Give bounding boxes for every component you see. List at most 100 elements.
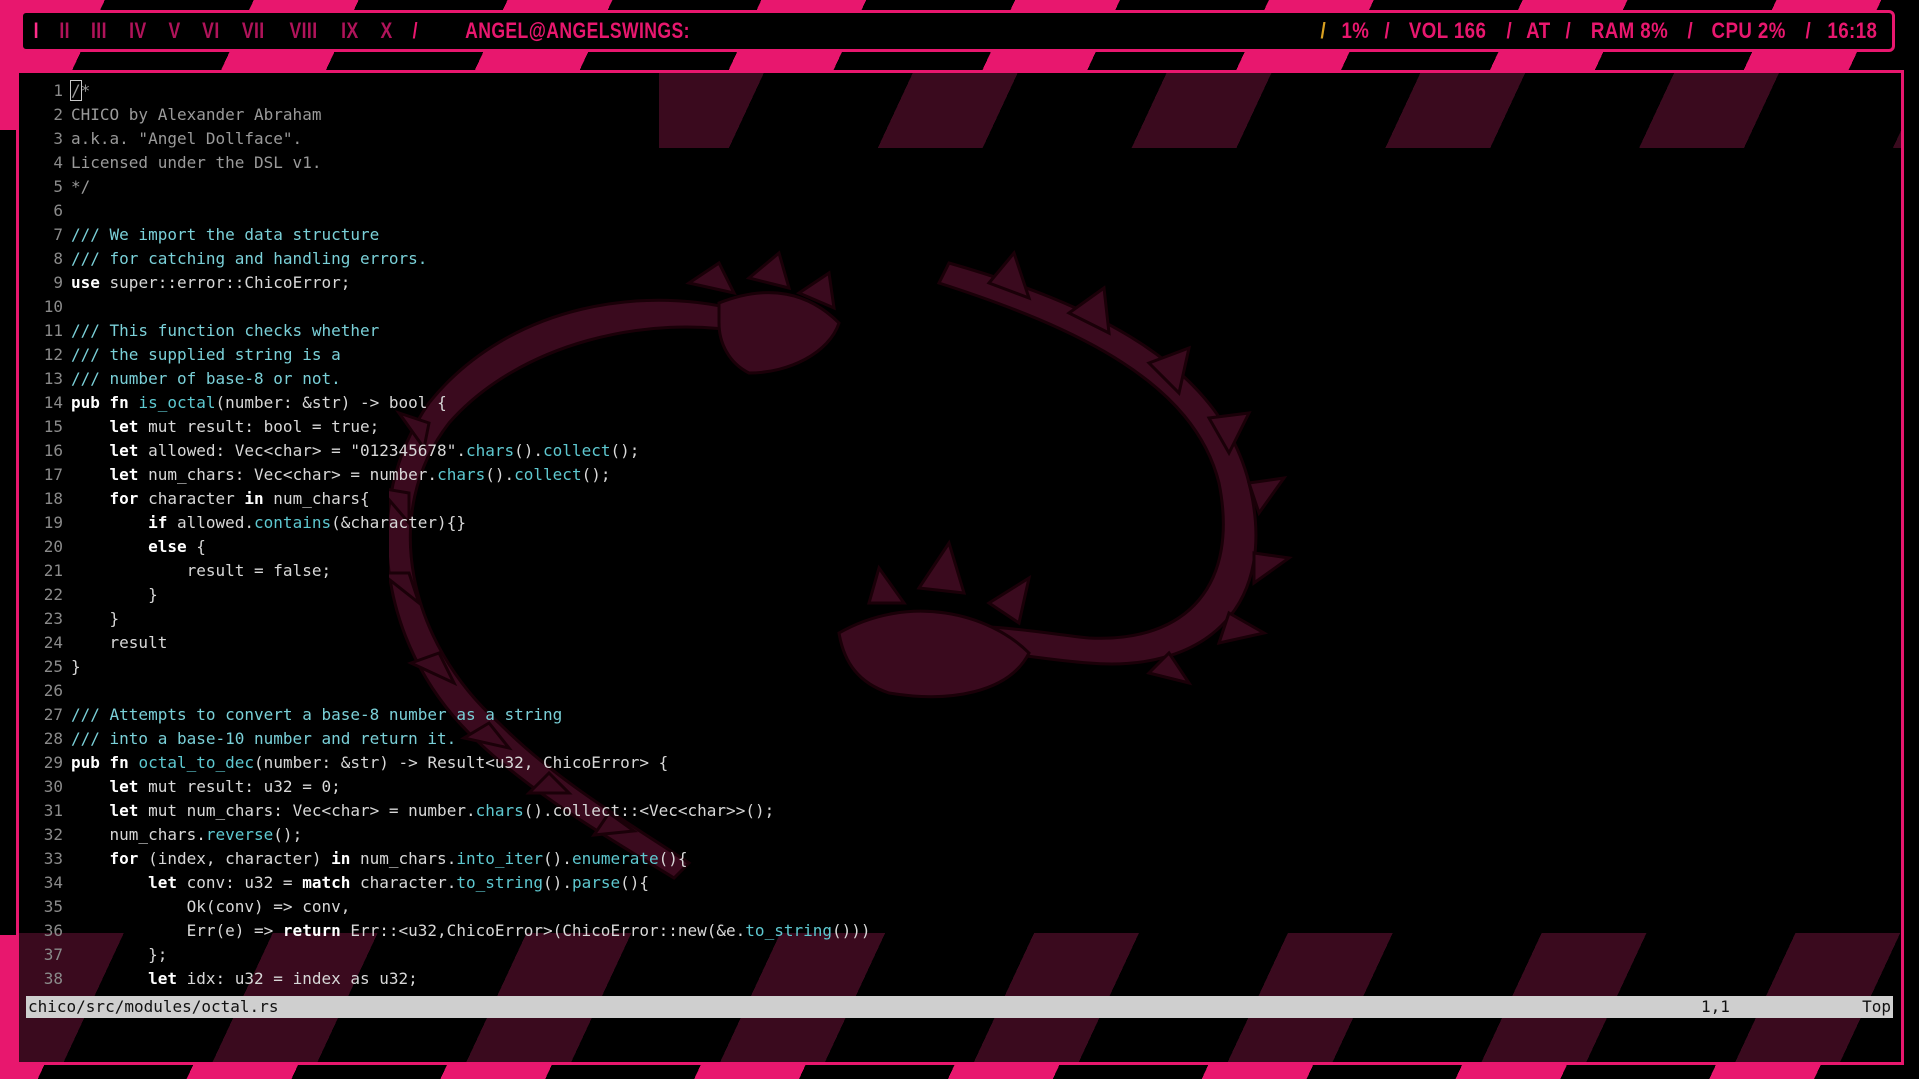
code-line[interactable]: 7 /// We import the data structure <box>19 223 1901 247</box>
line-text: use super::error::ChicoError; <box>71 273 351 292</box>
workspace-8[interactable]: VIII <box>289 18 317 44</box>
line-text: for (index, character) in num_chars.into… <box>109 849 688 868</box>
status-item: RAM 8% <box>1590 18 1668 43</box>
code-line[interactable]: 13 /// number of base-8 or not. <box>19 367 1901 391</box>
line-number: 29 <box>43 753 63 772</box>
workspace-10[interactable]: X <box>380 18 392 44</box>
code-line[interactable]: 24 result <box>19 631 1901 655</box>
cursor-position: 1,1 <box>1701 997 1730 1016</box>
line-text: /* <box>70 80 91 101</box>
code-line[interactable]: 19 if allowed.contains(&character){} <box>19 511 1901 535</box>
line-number: 22 <box>43 585 63 604</box>
line-number: 33 <box>43 849 63 868</box>
line-number: 36 <box>43 921 63 940</box>
code-line[interactable]: 29 pub fn octal_to_dec(number: &str) -> R… <box>19 751 1901 775</box>
line-number: 38 <box>43 969 63 988</box>
workspace-2[interactable]: II <box>59 18 70 44</box>
code-line[interactable]: 25} <box>19 655 1901 679</box>
separator: / <box>1805 18 1811 43</box>
code-line[interactable]: 21 result = false; <box>19 559 1901 583</box>
status-item: AT <box>1526 18 1551 43</box>
line-number: 17 <box>43 465 63 484</box>
line-number: 32 <box>43 825 63 844</box>
code-line[interactable]: 20 else { <box>19 535 1901 559</box>
code-line[interactable]: 38 let idx: u32 = index as u32; <box>19 967 1901 991</box>
code-line[interactable]: 22 } <box>19 583 1901 607</box>
code-line[interactable]: 32 num_chars.reverse(); <box>19 823 1901 847</box>
code-editor[interactable]: 1 /* 2 CHICO by Alexander Abraham 3 a.k.a. "A… <box>19 79 1901 991</box>
line-number: 30 <box>43 777 63 796</box>
line-text: num_chars.reverse(); <box>71 825 303 844</box>
workspace-6[interactable]: VI <box>202 18 219 44</box>
code-line[interactable]: 11 /// This function checks whether <box>19 319 1901 343</box>
line-text: let conv: u32 = match character.to_strin… <box>148 873 650 892</box>
code-line[interactable]: 3 a.k.a. "Angel Dollface". <box>19 127 1901 151</box>
line-text: } <box>71 609 120 628</box>
code-line[interactable]: 17 let num_chars: Vec<char> = number.cha… <box>19 463 1901 487</box>
line-text: else { <box>148 537 206 556</box>
code-line[interactable]: 6 <box>19 199 1901 223</box>
line-text: /// for catching and handling errors. <box>71 249 428 268</box>
line-number: 23 <box>43 609 63 628</box>
code-line[interactable]: 28 /// into a base-10 number and return i… <box>19 727 1901 751</box>
code-line[interactable]: 4 Licensed under the DSL v1. <box>19 151 1901 175</box>
code-line[interactable]: 12 /// the supplied string is a <box>19 343 1901 367</box>
code-line[interactable]: 37 }; <box>19 943 1901 967</box>
line-number: 34 <box>43 873 63 892</box>
code-line[interactable]: 31 let mut num_chars: Vec<char> = number… <box>19 799 1901 823</box>
line-text: pub fn is_octal(number: &str) -> bool { <box>71 393 447 412</box>
line-number: 26 <box>43 681 63 700</box>
code-line[interactable]: 26 <box>19 679 1901 703</box>
code-line[interactable]: 9 use super::error::ChicoError; <box>19 271 1901 295</box>
workspace-3[interactable]: III <box>91 18 107 44</box>
code-line[interactable]: 35 Ok(conv) => conv, <box>19 895 1901 919</box>
workspace-9[interactable]: IX <box>341 18 358 44</box>
code-line[interactable]: 34 let conv: u32 = match character.to_st… <box>19 871 1901 895</box>
workspace-4[interactable]: IV <box>129 18 146 44</box>
line-number: 19 <box>43 513 63 532</box>
line-text: let allowed: Vec<char> = "012345678".cha… <box>109 441 640 460</box>
line-text: } <box>71 657 81 676</box>
separator: / <box>1565 18 1572 43</box>
line-number: 27 <box>43 705 63 724</box>
code-line[interactable]: 27 /// Attempts to convert a base-8 numbe… <box>19 703 1901 727</box>
workspace-5[interactable]: V <box>168 18 180 44</box>
scroll-position: Top <box>1862 997 1891 1016</box>
terminal-window[interactable]: 1 /* 2 CHICO by Alexander Abraham 3 a.k.a. "A… <box>16 70 1904 1065</box>
line-text: let mut result: u32 = 0; <box>109 777 341 796</box>
code-line[interactable]: 33 for (index, character) in num_chars.i… <box>19 847 1901 871</box>
line-number: 2 <box>53 105 63 124</box>
code-line[interactable]: 1 /* <box>19 79 1901 103</box>
workspace-7[interactable]: VII <box>242 18 265 44</box>
code-line[interactable]: 10 <box>19 295 1901 319</box>
code-line[interactable]: 14 pub fn is_octal(number: &str) -> bool … <box>19 391 1901 415</box>
workspace-1[interactable]: I <box>34 18 39 44</box>
line-number: 14 <box>43 393 63 412</box>
line-number: 3 <box>53 129 63 148</box>
code-line[interactable]: 23 } <box>19 607 1901 631</box>
line-number: 9 <box>53 273 63 292</box>
line-text: /// This function checks whether <box>71 321 380 340</box>
code-line[interactable]: 18 for character in num_chars{ <box>19 487 1901 511</box>
code-line[interactable]: 16 let allowed: Vec<char> = "012345678".… <box>19 439 1901 463</box>
code-line[interactable]: 2 CHICO by Alexander Abraham <box>19 103 1901 127</box>
code-line[interactable]: 30 let mut result: u32 = 0; <box>19 775 1901 799</box>
line-number: 31 <box>43 801 63 820</box>
separator: / <box>412 18 418 43</box>
line-number: 10 <box>43 297 63 316</box>
code-line[interactable]: 5 */ <box>19 175 1901 199</box>
workspace-list: I II III IV V VI VII VIII IX X / ANGEL@ANGELSWINGS: <box>33 18 718 44</box>
status-item: VOL 166 <box>1409 18 1487 43</box>
status-item: CPU 2% <box>1711 18 1787 43</box>
line-number: 21 <box>43 561 63 580</box>
line-text: if allowed.contains(&character){} <box>148 513 466 532</box>
code-line[interactable]: 8 /// for catching and handling errors. <box>19 247 1901 271</box>
line-number: 37 <box>43 945 63 964</box>
line-number: 13 <box>43 369 63 388</box>
code-line[interactable]: 15 let mut result: bool = true; <box>19 415 1901 439</box>
line-text: /// Attempts to convert a base-8 number … <box>71 705 563 724</box>
vim-statusline: chico/src/modules/octal.rs 1,1 Top <box>26 996 1893 1018</box>
line-number: 24 <box>43 633 63 652</box>
system-status: / 1% / VOL 166 / AT / RAM 8% / CPU 2% / 16:18 <box>1320 18 1882 44</box>
code-line[interactable]: 36 Err(e) => return Err::<u32,ChicoError… <box>19 919 1901 943</box>
